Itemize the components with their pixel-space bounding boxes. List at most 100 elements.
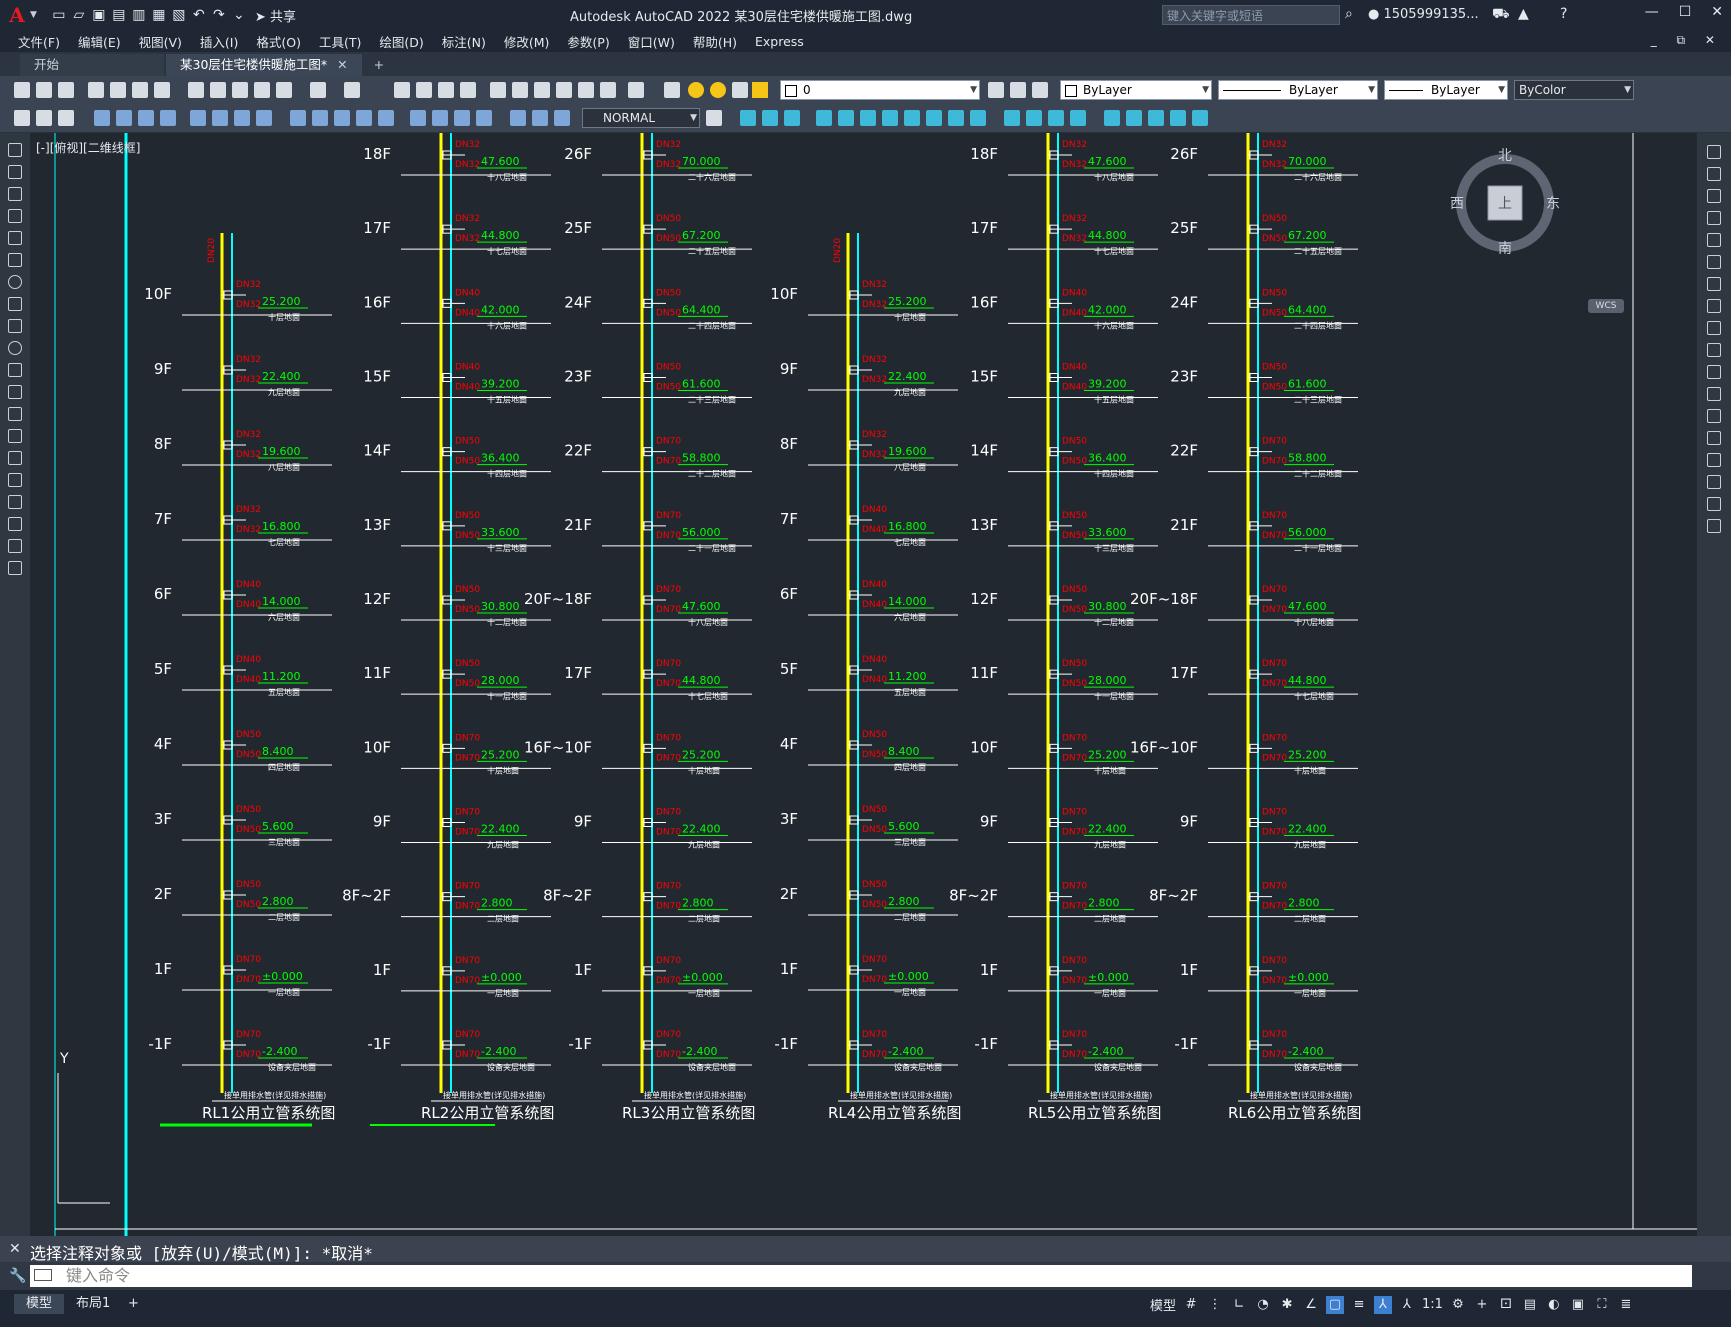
floor-name[interactable]: 六层地面 [894,612,926,622]
app-menu-caret-icon[interactable]: ▼ [30,10,37,20]
floor-label[interactable]: 12F [970,590,998,608]
floor-name[interactable]: 二十四层地面 [1294,320,1342,330]
floor-label[interactable]: 23F [564,368,592,386]
units-icon[interactable]: ⚀ [1497,1296,1515,1314]
dn-label-lower[interactable]: DN70 [1062,976,1087,986]
dn-label[interactable]: DN32 [1262,140,1287,150]
compass-west[interactable]: 西 [1450,196,1464,212]
compass-east[interactable]: 东 [1546,196,1560,212]
elevation-value[interactable]: 2.800 [262,895,294,908]
polar-icon[interactable]: ◔ [1254,1296,1272,1314]
floor-name[interactable]: 二层地面 [487,914,519,924]
extend-icon[interactable] [970,110,986,126]
isodraft-icon[interactable]: ✱ [1278,1296,1296,1314]
mirror-side-icon[interactable] [1707,189,1721,203]
dn-label[interactable]: DN40 [236,655,261,665]
menu-draw[interactable]: 绘图(D) [379,32,423,51]
floor-name[interactable]: 二层地面 [268,912,300,922]
dn-label-lower[interactable]: DN70 [455,1050,480,1060]
group-icon[interactable] [1148,110,1164,126]
dn-label-lower[interactable]: DN40 [1062,383,1087,393]
menu-modify[interactable]: 修改(M) [504,32,550,51]
floor-label[interactable]: 11F [970,664,998,682]
dim-edit-icon[interactable] [510,110,526,126]
dn-label[interactable]: DN40 [862,655,887,665]
dim-break-icon[interactable] [378,110,394,126]
elevation-value[interactable]: 58.800 [682,452,721,465]
floor-name[interactable]: 九层地面 [268,387,300,397]
floor-label[interactable]: 5F [780,660,798,678]
floor-name[interactable]: 十一层地面 [487,691,527,701]
annotation-visibility-icon[interactable]: ⅄ [1374,1295,1393,1314]
elevation-value[interactable]: 22.400 [1088,823,1127,836]
menu-edit[interactable]: 编辑(E) [78,32,121,51]
dn-label-lower[interactable]: DN32 [236,525,261,535]
dn-label-lower[interactable]: DN70 [1262,1050,1287,1060]
elevation-value[interactable]: 36.400 [481,452,520,465]
floor-label[interactable]: 5F [154,660,172,678]
floor-name[interactable]: 一层地面 [268,987,300,997]
point-icon[interactable] [8,429,22,443]
floor-name[interactable]: 二十六层地面 [688,172,736,182]
elevation-value[interactable]: 2.800 [1288,897,1320,910]
riser-title[interactable]: RL1公用立管系统图 [202,1104,335,1122]
menu-insert[interactable]: 插入(I) [200,32,238,51]
dn-label-lower[interactable]: DN70 [656,679,681,689]
floor-name[interactable]: 七层地面 [268,537,300,547]
dn-label[interactable]: DN50 [455,659,480,669]
floor-name[interactable]: 一层地面 [1294,988,1326,998]
copy-object-icon[interactable] [762,110,778,126]
layer-freeze-icon[interactable] [710,82,726,98]
dn-label[interactable]: DN32 [862,280,887,290]
quick-properties-icon[interactable]: ▤ [1521,1296,1539,1314]
dn-label[interactable]: DN50 [1062,511,1087,521]
riser-note[interactable]: 接单用排水管(详见排水措施) [850,1090,952,1100]
redo-icon[interactable]: ↷ [211,7,227,23]
menu-window[interactable]: 窗口(W) [628,32,675,51]
drawing-svg[interactable]: YDN2010F DN32DN32 25.200十层地面9F DN32DN32 22.4… [30,133,1697,1236]
dn-label-lower[interactable]: DN70 [656,828,681,838]
floor-label[interactable]: 17F [1170,664,1198,682]
floor-label[interactable]: 10F [144,285,172,303]
layer-on-icon[interactable] [688,82,704,98]
floor-label[interactable]: 21F [1170,516,1198,534]
floor-label[interactable]: 2F [154,885,172,903]
layer-select[interactable]: 0 ▼ [780,80,980,100]
cart-icon[interactable]: ⛟ [1492,6,1510,24]
layer-properties-icon[interactable] [664,82,680,98]
floor-label[interactable]: 13F [970,516,998,534]
dn-label[interactable]: DN70 [455,808,480,818]
dn-label[interactable]: DN50 [1262,363,1287,373]
layer-state-icon[interactable] [1032,82,1048,98]
dn-label-lower[interactable]: DN50 [1262,308,1287,318]
floor-name[interactable]: 九层地面 [688,840,720,850]
explode-icon[interactable] [1104,110,1120,126]
floor-label[interactable]: 9F [574,813,592,831]
offset-side-icon[interactable] [1707,211,1721,225]
floor-name[interactable]: 二十三层地面 [1294,395,1342,405]
dn-label[interactable]: DN32 [1062,140,1087,150]
dn-label-lower[interactable]: DN50 [236,750,261,760]
floor-label[interactable]: -1F [148,1035,172,1053]
dn-label[interactable]: DN70 [455,882,480,892]
elevation-value[interactable]: 22.400 [262,370,301,383]
dn-label-lower[interactable]: DN32 [1262,160,1287,170]
floor-label[interactable]: 14F [970,442,998,460]
web-mobile-icon[interactable]: ▥ [131,7,147,23]
floor-name[interactable]: 五层地面 [268,687,300,697]
copy-icon[interactable] [210,82,226,98]
dn-label[interactable]: DN32 [236,505,261,515]
save-as-icon[interactable]: ▤ [111,7,127,23]
dn-label[interactable]: DN40 [1062,288,1087,298]
dn-label-lower[interactable]: DN40 [455,383,480,393]
floor-name[interactable]: 十五层地面 [487,395,527,405]
dn-label-lower[interactable]: DN32 [656,160,681,170]
dn-label-lower[interactable]: DN70 [656,1050,681,1060]
dn-label[interactable]: DN70 [656,1030,681,1040]
elevation-value[interactable]: ±0.000 [888,970,929,983]
dn-label-lower[interactable]: DN70 [236,975,261,985]
dn-label[interactable]: DN50 [236,805,261,815]
dn-label-lower[interactable]: DN50 [1062,605,1087,615]
dn-label-lower[interactable]: DN50 [455,531,480,541]
design-center-icon[interactable] [512,82,528,98]
